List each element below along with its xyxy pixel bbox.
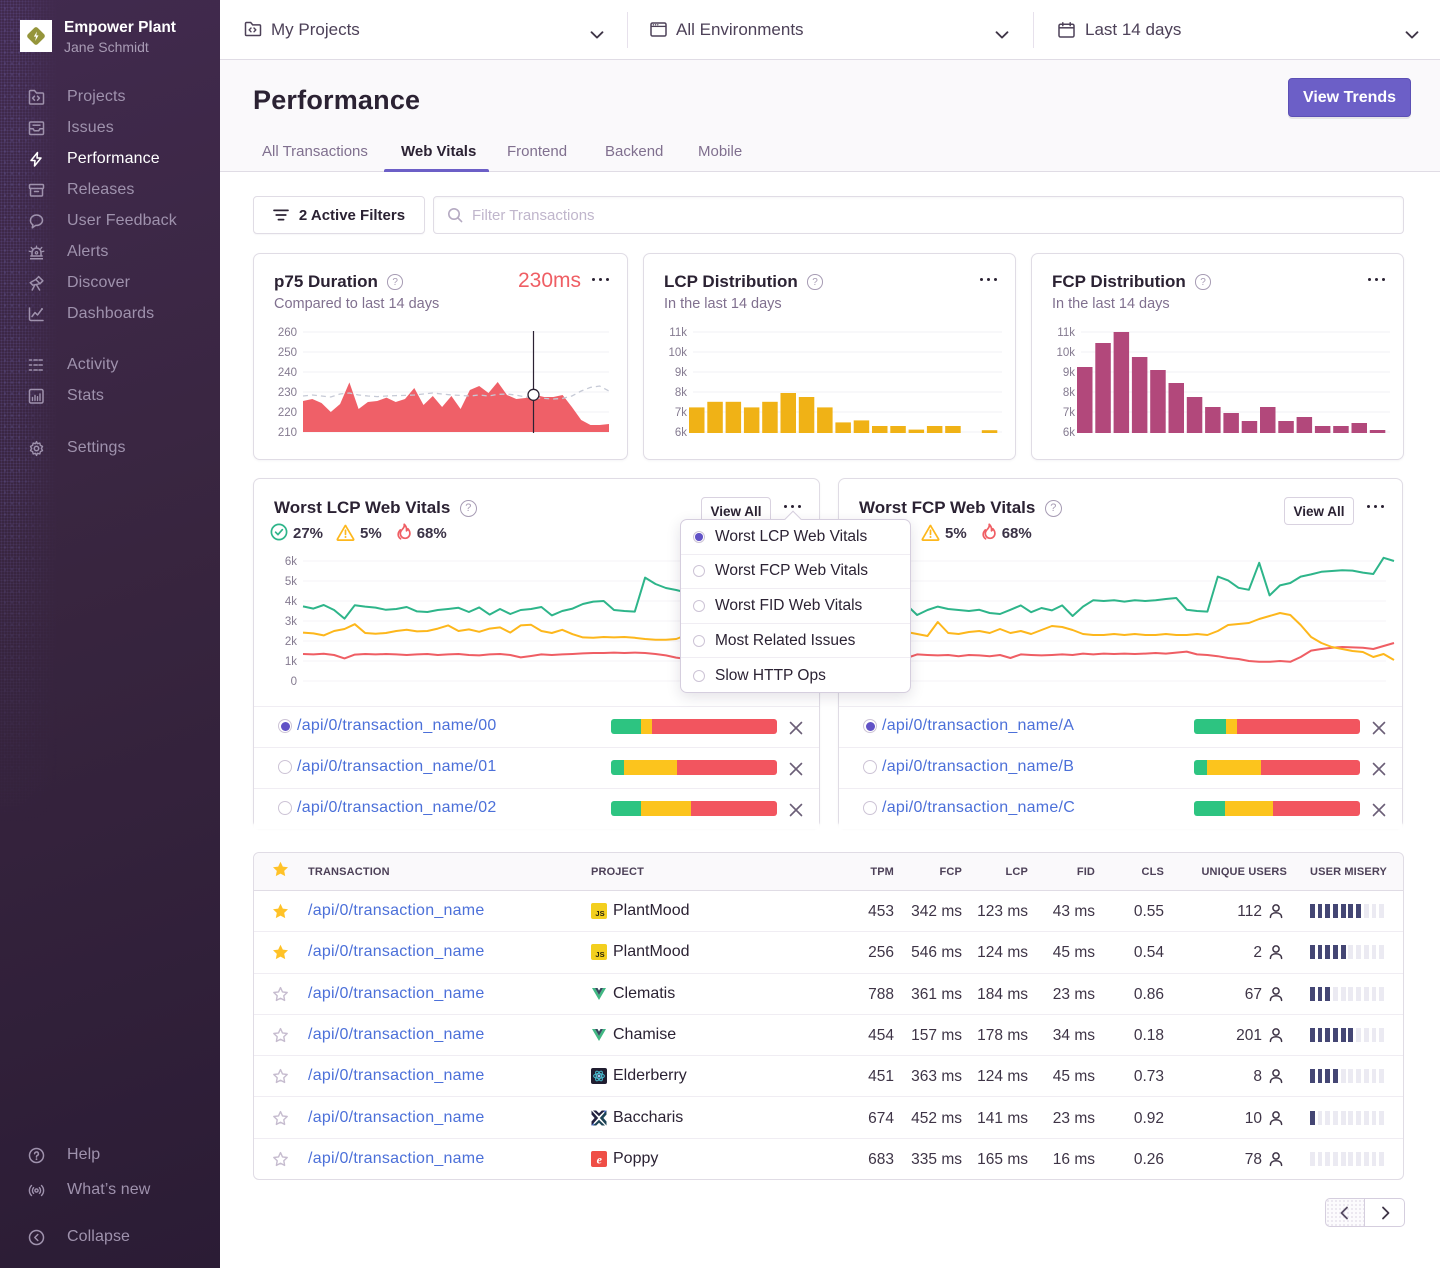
svg-text:JS: JS	[595, 950, 604, 959]
svg-text:11k: 11k	[669, 327, 687, 339]
svg-text:240: 240	[278, 367, 297, 379]
svg-text:3k: 3k	[285, 616, 297, 628]
svg-text:260: 260	[278, 327, 297, 339]
svg-text:6k: 6k	[1063, 427, 1075, 439]
svg-text:5k: 5k	[285, 576, 297, 588]
svg-text:10k: 10k	[668, 347, 687, 359]
svg-text:JS: JS	[595, 909, 604, 918]
svg-text:1k: 1k	[285, 656, 297, 668]
svg-text:10k: 10k	[1056, 347, 1075, 359]
svg-text:8k: 8k	[1063, 387, 1075, 399]
svg-text:9k: 9k	[675, 367, 687, 379]
svg-text:6k: 6k	[285, 556, 297, 568]
svg-text:250: 250	[278, 347, 297, 359]
svg-text:7k: 7k	[1063, 407, 1075, 419]
svg-text:11k: 11k	[1057, 327, 1075, 339]
svg-text:7k: 7k	[675, 407, 687, 419]
svg-text:210: 210	[278, 427, 297, 439]
svg-text:9k: 9k	[1063, 367, 1075, 379]
svg-text:6k: 6k	[675, 427, 687, 439]
svg-text:4k: 4k	[285, 596, 297, 608]
svg-text:e: e	[597, 1152, 603, 1166]
svg-text:0: 0	[291, 676, 297, 688]
svg-text:2k: 2k	[285, 636, 297, 648]
svg-text:220: 220	[278, 407, 297, 419]
svg-text:230: 230	[278, 387, 297, 399]
svg-text:8k: 8k	[675, 387, 687, 399]
